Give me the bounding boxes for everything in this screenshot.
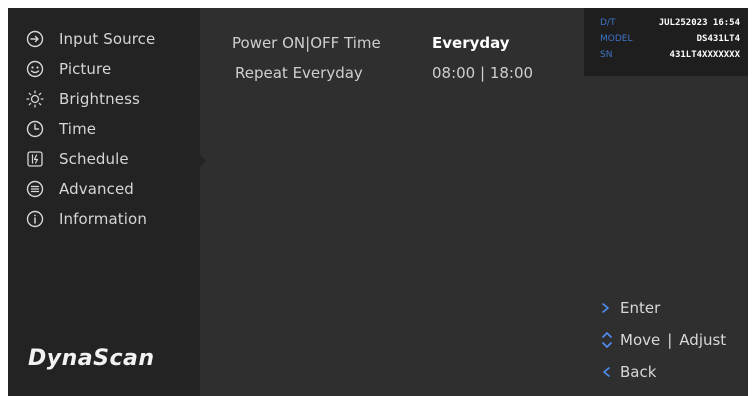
setting-label: Repeat Everyday [235,64,363,82]
menu-item-input-source[interactable]: Input Source [26,24,155,54]
picture-icon [26,60,44,78]
info-key: SN [600,50,613,60]
chevron-left-icon [600,366,620,378]
menu-item-picture[interactable]: Picture [26,54,155,84]
info-key: MODEL [600,34,633,44]
settings-panel: Power ON|OFF Time Everyday Repeat Everyd… [232,28,533,88]
setting-row-repeat[interactable]: Repeat Everyday 08:00 | 18:00 [232,58,533,88]
info-row-datetime: D/T JUL252023 16:54 [600,16,740,30]
setting-label: Power ON|OFF Time [232,34,381,52]
menu-item-label: Schedule [59,150,129,168]
osd-screen: Input Source Picture Brightness Time Sch… [8,8,748,396]
menu-item-schedule[interactable]: Schedule [26,144,155,174]
hint-move-adjust: Move | Adjust [600,324,726,356]
device-info-panel: D/T JUL252023 16:54 MODEL DS431LT4 SN 43… [584,8,748,76]
info-row-model: MODEL DS431LT4 [600,32,740,46]
clock-icon [26,120,44,138]
sidebar: Input Source Picture Brightness Time Sch… [8,8,200,396]
hint-label: Back [620,363,657,381]
info-value: JUL252023 16:54 [658,18,740,28]
menu-item-label: Information [59,210,147,228]
brand-logo: DynaScan [28,346,155,371]
setting-row-power-time[interactable]: Power ON|OFF Time Everyday [232,28,533,58]
up-down-chevron-icon [600,331,620,349]
advanced-icon [26,180,44,198]
menu-item-label: Time [59,120,97,138]
hint-back: Back [600,356,726,388]
hint-separator: | [667,331,673,349]
hint-label: Adjust [679,331,727,349]
menu-item-label: Input Source [59,30,156,48]
selection-pointer [200,155,206,167]
menu-item-label: Picture [59,60,112,78]
schedule-icon [26,150,44,168]
menu-item-information[interactable]: Information [26,204,155,234]
chevron-right-icon [600,302,620,314]
setting-value[interactable]: 08:00 | 18:00 [432,64,533,82]
info-value: 431LT4XXXXXXX [669,50,740,60]
hint-enter: Enter [600,292,726,324]
hint-label: Move [620,331,661,349]
menu-item-label: Brightness [59,90,140,108]
setting-value[interactable]: Everyday [432,34,510,52]
key-hints: Enter Move | Adjust Back [600,292,726,388]
main-menu: Input Source Picture Brightness Time Sch… [26,24,155,234]
menu-item-label: Advanced [59,180,134,198]
menu-item-brightness[interactable]: Brightness [26,84,155,114]
info-key: D/T [600,18,616,28]
information-icon [26,210,44,228]
hint-label: Enter [620,299,661,317]
info-row-serial: SN 431LT4XXXXXXX [600,48,740,62]
info-value: DS431LT4 [696,34,740,44]
input-source-icon [26,30,44,48]
brightness-icon [26,90,44,108]
menu-item-advanced[interactable]: Advanced [26,174,155,204]
menu-item-time[interactable]: Time [26,114,155,144]
